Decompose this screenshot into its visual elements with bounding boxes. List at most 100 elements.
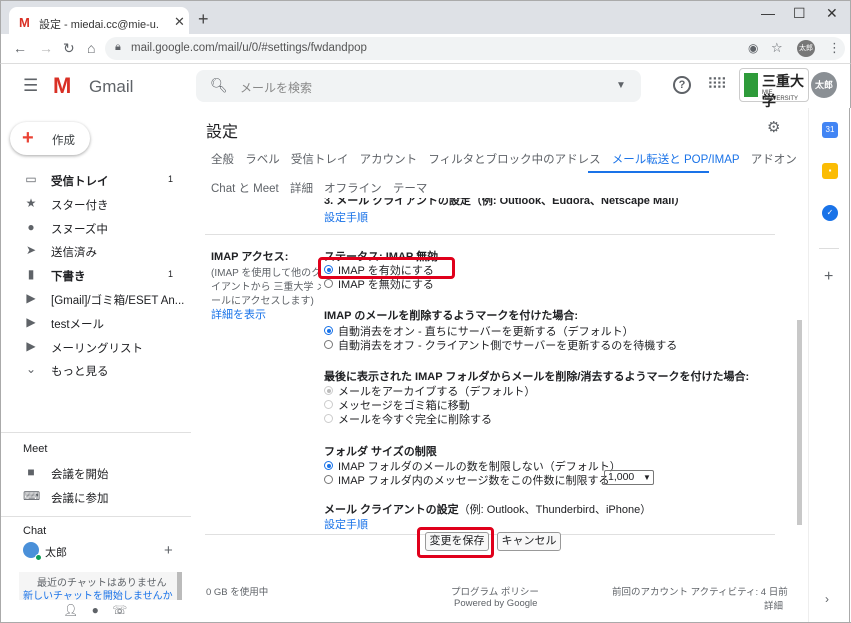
folder-limit-select[interactable]: 1,000 ▼ <box>604 470 654 485</box>
tab-offline[interactable]: オフライン <box>324 183 382 195</box>
url-text: mail.google.com/mail/u/0/#settings/fwdan… <box>131 42 367 54</box>
sidebar-item-snoozed[interactable]: ● スヌーズ中 <box>1 217 191 239</box>
sidebar-item-label: もっと見る <box>51 366 109 378</box>
sidebar: + 作成 ▭ 受信トレイ 1 ★ スター付き ● スヌーズ中 ➤ 送信済み ▮ … <box>0 108 195 623</box>
new-tab-icon[interactable]: + <box>198 9 209 30</box>
new-chat-icon[interactable]: + <box>164 542 173 559</box>
search-input[interactable]: 🔍︎ メールを検索 ▼ <box>196 70 641 102</box>
close-tab-icon[interactable]: ✕ <box>174 14 185 30</box>
prev-setup-link[interactable]: 設定手順 <box>324 209 368 225</box>
sidebar-item-more[interactable]: ⌄ もっと見る <box>1 359 191 381</box>
gmail-favicon-icon: M <box>19 15 30 30</box>
client-setup-link[interactable]: 設定手順 <box>324 516 368 532</box>
search-icon[interactable]: 🔍︎ <box>210 77 228 94</box>
star-icon: ★ <box>25 196 37 210</box>
powered-by: Powered by Google <box>454 598 538 609</box>
sidebar-item-starred[interactable]: ★ スター付き <box>1 193 191 215</box>
sidebar-item-sent[interactable]: ➤ 送信済み <box>1 240 191 262</box>
imap-details-link[interactable]: 詳細を表示 <box>211 306 266 322</box>
video-icon: ■ <box>27 465 35 479</box>
tab-accounts[interactable]: アカウント <box>360 154 418 166</box>
tab-chat-meet[interactable]: Chat と Meet <box>211 183 279 195</box>
tasks-icon[interactable]: ✓ <box>822 205 838 221</box>
browser-tab[interactable]: M 設定 - miedai.cc@mie-u.ac.jp - Ξ ✕ <box>9 7 189 35</box>
keep-icon[interactable]: ▪ <box>822 163 838 179</box>
gear-icon[interactable]: ⚙ <box>767 118 780 136</box>
tab-labels[interactable]: ラベル <box>245 154 280 166</box>
archive-radio[interactable] <box>324 386 333 395</box>
sidebar-item-inbox[interactable]: ▭ 受信トレイ 1 <box>1 169 191 191</box>
imap-disable-label[interactable]: IMAP を無効にする <box>338 276 434 292</box>
sidebar-item-label: スター付き <box>51 200 109 212</box>
label-icon: ▶ <box>26 315 36 329</box>
expunge-off-label[interactable]: 自動消去をオフ - クライアント側でサーバーを更新するのを待機する <box>338 337 677 353</box>
trash-radio[interactable] <box>324 400 333 409</box>
expunge-off-radio[interactable] <box>324 340 333 349</box>
gmail-logo-icon[interactable]: M <box>53 73 71 99</box>
browser-menu-icon[interactable]: ⋮ <box>828 40 841 56</box>
tab-advanced[interactable]: 詳細 <box>290 183 313 195</box>
calendar-icon[interactable]: 31 <box>822 122 838 138</box>
tab-general[interactable]: 全般 <box>211 154 234 166</box>
limit-radio[interactable] <box>324 475 333 484</box>
apps-grid-icon[interactable]: ⠿⠿ <box>707 75 727 93</box>
activity-details-link[interactable]: 詳細 <box>764 598 783 612</box>
url-field[interactable]: 🔒︎ mail.google.com/mail/u/0/#settings/fw… <box>105 37 845 60</box>
minimize-icon[interactable]: — <box>761 5 775 21</box>
profile-avatar[interactable]: 太郎 <box>797 40 815 57</box>
chat-section-title: Chat <box>23 525 47 537</box>
reload-icon[interactable]: ↻ <box>63 40 75 57</box>
chevron-right-icon[interactable]: › <box>825 592 829 606</box>
help-icon[interactable]: ? <box>673 76 691 94</box>
tab-addons[interactable]: アドオン <box>751 154 797 166</box>
tab-title: 設定 - miedai.cc@mie-u.ac.jp - Ξ <box>39 19 159 31</box>
main-menu-icon[interactable]: ☰ <box>23 76 38 96</box>
tab-forwarding-pop-imap[interactable]: メール転送と POP/IMAP <box>612 154 740 166</box>
browser-titlebar: M 設定 - miedai.cc@mie-u.ac.jp - Ξ ✕ + — ☐… <box>0 0 851 35</box>
install-icon[interactable]: ◉ <box>748 41 758 55</box>
compose-button[interactable]: + 作成 <box>10 122 90 155</box>
tab-themes[interactable]: テーマ <box>393 183 428 195</box>
program-policy-link[interactable]: プログラム ポリシー <box>451 584 539 598</box>
close-window-icon[interactable]: ✕ <box>826 5 838 22</box>
meet-join-button[interactable]: ⌨ 会議に参加 <box>1 486 191 508</box>
divider <box>205 234 775 235</box>
phone-icon[interactable]: ☏ <box>112 603 127 617</box>
meet-start-button[interactable]: ■ 会議を開始 <box>1 462 191 484</box>
people-icon[interactable]: 👤︎ <box>63 603 78 617</box>
expunge-on-radio[interactable] <box>324 326 333 335</box>
start-chat-link[interactable]: 新しいチャットを開始しませんか <box>23 587 173 602</box>
bookmark-star-icon[interactable]: ☆ <box>771 40 783 56</box>
save-button[interactable]: 変更を保存 <box>425 532 489 551</box>
content-scrollbar[interactable] <box>797 320 802 525</box>
delete-forever-radio[interactable] <box>324 414 333 423</box>
cancel-button[interactable]: キャンセル <box>497 532 561 551</box>
side-panel-rail: 31 ▪ ✓ + › <box>808 108 850 623</box>
back-icon[interactable]: ← <box>13 40 27 56</box>
sidebar-item-eset[interactable]: ▶ [Gmail]/ゴミ箱/ESET An... <box>1 288 191 310</box>
imap-disable-radio[interactable] <box>324 279 333 288</box>
sidebar-item-label: 送信済み <box>51 247 97 259</box>
sidebar-item-drafts[interactable]: ▮ 下書き 1 <box>1 264 191 286</box>
org-logo[interactable]: 三重大学 MIE UNIVERSITY <box>739 68 809 109</box>
no-limit-radio[interactable] <box>324 461 333 470</box>
add-addon-icon[interactable]: + <box>824 268 833 286</box>
compose-label: 作成 <box>52 135 75 147</box>
maximize-icon[interactable]: ☐ <box>793 5 806 22</box>
tab-inbox[interactable]: 受信トレイ <box>291 154 349 166</box>
sidebar-item-label: スヌーズ中 <box>51 224 108 236</box>
sidebar-item-mailing-list[interactable]: ▶ メーリングリスト <box>1 336 191 358</box>
chat-user-name[interactable]: 太郎 <box>45 544 67 560</box>
limit-label[interactable]: IMAP フォルダ内のメッセージ数をこの件数に制限する <box>338 472 610 488</box>
tab-filters[interactable]: フィルタとブロック中のアドレス <box>428 154 600 166</box>
delete-forever-label[interactable]: メールを今すぐ完全に削除する <box>338 411 492 427</box>
sidebar-item-testmail[interactable]: ▶ testメール <box>1 312 191 334</box>
folder-limit-value: 1,000 <box>608 471 635 483</box>
forward-icon[interactable]: → <box>39 40 53 56</box>
divider <box>1 432 191 433</box>
account-avatar[interactable]: 太郎 <box>811 72 837 98</box>
chat-scrollbar[interactable] <box>177 572 182 600</box>
home-icon[interactable]: ⌂ <box>87 40 95 56</box>
hangouts-icon[interactable]: ● <box>92 603 99 617</box>
search-options-icon[interactable]: ▼ <box>616 80 626 91</box>
